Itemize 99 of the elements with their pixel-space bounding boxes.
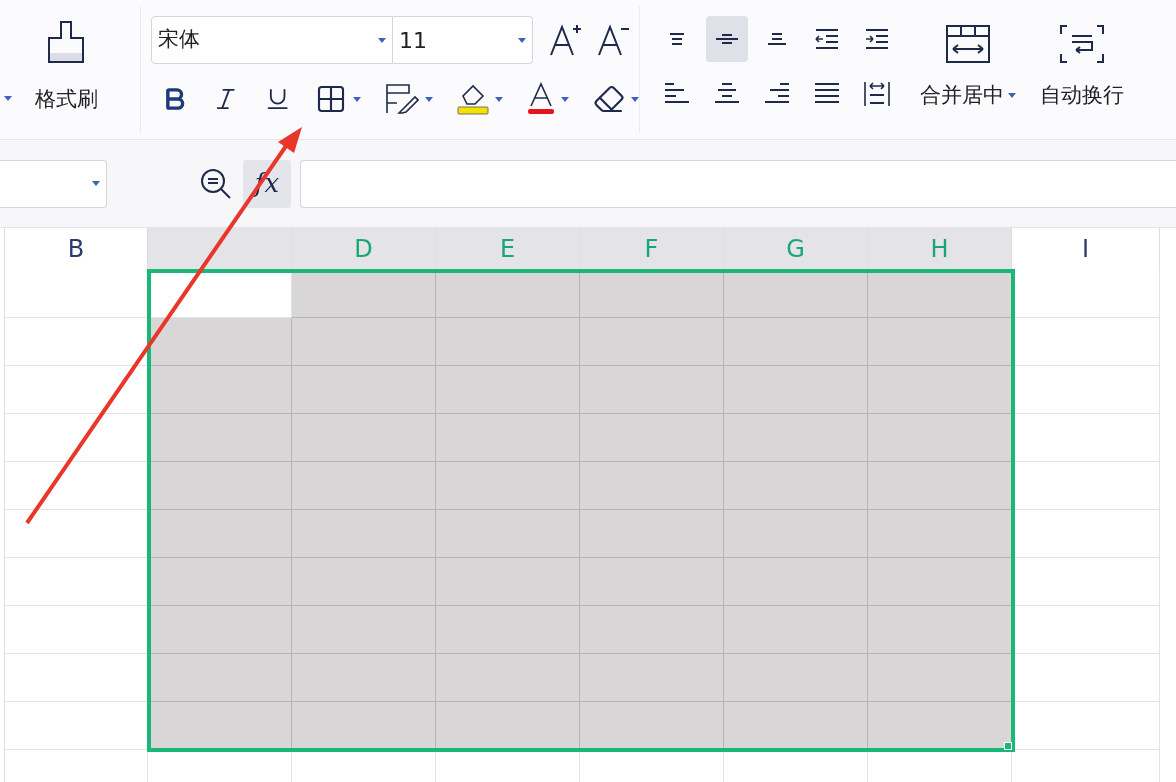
alignment-button[interactable]: [706, 16, 748, 62]
column-header[interactable]: [148, 228, 292, 270]
align-top-icon: [669, 33, 685, 45]
eraser-icon[interactable]: [593, 83, 625, 115]
wrap-text-button[interactable]: 自动换行: [1040, 0, 1124, 139]
sheet-cell[interactable]: [148, 606, 292, 654]
sheet-cell[interactable]: [148, 654, 292, 702]
sheet-cell[interactable]: [148, 414, 292, 462]
sheet-cell[interactable]: [292, 366, 436, 414]
increase-font-size-icon[interactable]: [549, 23, 583, 57]
sheet-cell[interactable]: [868, 414, 1012, 462]
sheet-cell[interactable]: [580, 606, 724, 654]
sheet-cell[interactable]: [292, 654, 436, 702]
sheet-cell[interactable]: [292, 318, 436, 366]
borders-icon[interactable]: [315, 83, 347, 115]
sheet-cell[interactable]: [292, 702, 436, 750]
sheet-cell[interactable]: [724, 558, 868, 606]
sheet-cell[interactable]: [148, 702, 292, 750]
dropdown-caret-icon: [378, 37, 386, 43]
zoom-icon[interactable]: [199, 166, 233, 201]
sheet-cell[interactable]: [724, 318, 868, 366]
sheet-cell[interactable]: [868, 318, 1012, 366]
sheet-cell[interactable]: [148, 366, 292, 414]
sheet-cell[interactable]: [724, 606, 868, 654]
merge-center-button[interactable]: 合并居中: [920, 0, 1016, 139]
font-name-dropdown[interactable]: 宋体: [151, 16, 393, 64]
sheet-cell[interactable]: [868, 654, 1012, 702]
align-middle-icon: [715, 34, 739, 44]
dropdown-caret-icon: [631, 96, 639, 102]
sheet-cell[interactable]: [148, 510, 292, 558]
sheet-cell[interactable]: [436, 702, 580, 750]
sheet-cell[interactable]: [292, 606, 436, 654]
sheet-cell[interactable]: [436, 462, 580, 510]
sheet-cell[interactable]: [436, 366, 580, 414]
sheet-cell[interactable]: [868, 558, 1012, 606]
cell-style-icon[interactable]: [385, 83, 419, 115]
column-label: D: [354, 234, 373, 265]
sheet-cell[interactable]: [436, 270, 580, 318]
sheet-cell[interactable]: [868, 270, 1012, 318]
sheet-cell[interactable]: [724, 462, 868, 510]
font-size-dropdown[interactable]: 11: [393, 16, 533, 64]
sheet-cell[interactable]: [724, 510, 868, 558]
sheet-cell[interactable]: [436, 654, 580, 702]
column-label: E: [499, 234, 516, 265]
column-label: F: [644, 234, 659, 265]
sheet-cell[interactable]: [436, 558, 580, 606]
wrap-text-icon: [1059, 24, 1105, 64]
dropdown-caret-icon: [92, 181, 100, 186]
sheet-cell[interactable]: [724, 270, 868, 318]
fill-color-icon[interactable]: [457, 82, 489, 116]
sheet-cell[interactable]: [724, 654, 868, 702]
dropdown-caret-icon: [425, 96, 433, 102]
font-color-icon[interactable]: [527, 82, 555, 116]
sheet-cell[interactable]: [292, 558, 436, 606]
sheet-cell[interactable]: [868, 366, 1012, 414]
sheet-cell[interactable]: [580, 462, 724, 510]
sheet-cell[interactable]: [724, 414, 868, 462]
sheet-cell[interactable]: [292, 270, 436, 318]
formula-input-field[interactable]: [300, 159, 1176, 208]
sheet-cell[interactable]: [436, 414, 580, 462]
sheet-cell[interactable]: [292, 510, 436, 558]
sheet-cell[interactable]: [292, 462, 436, 510]
align-bottom-icon: [767, 33, 787, 45]
sheet-cell[interactable]: [580, 702, 724, 750]
sheet-cell[interactable]: [148, 462, 292, 510]
sheet-cell[interactable]: [580, 510, 724, 558]
sheet-cell[interactable]: [868, 462, 1012, 510]
dropdown-caret-icon: [561, 96, 569, 102]
dropdown-caret-icon: [495, 96, 503, 102]
name-box[interactable]: [0, 159, 107, 208]
dropdown-caret-icon: [4, 96, 12, 101]
sheet-cell[interactable]: [580, 414, 724, 462]
column-label: B: [67, 234, 85, 265]
sheet-cell[interactable]: [580, 558, 724, 606]
sheet-cell[interactable]: [148, 558, 292, 606]
column-label: H: [930, 234, 949, 265]
format-painter-button[interactable]: 格式刷: [12, 0, 120, 139]
sheet-cell[interactable]: [148, 318, 292, 366]
sheet-cell[interactable]: [580, 654, 724, 702]
sheet-cell[interactable]: [436, 510, 580, 558]
sheet-cell[interactable]: [868, 606, 1012, 654]
sheet-cell[interactable]: [868, 510, 1012, 558]
sheet-cell[interactable]: [292, 414, 436, 462]
sheet-cell[interactable]: [580, 270, 724, 318]
sheet-cell[interactable]: [580, 318, 724, 366]
dropdown-caret-icon: [353, 96, 361, 102]
fill-handle[interactable]: [1004, 742, 1012, 750]
sheet-cell[interactable]: [580, 366, 724, 414]
sheet-cell[interactable]: [724, 702, 868, 750]
decrease-font-size-icon[interactable]: [597, 23, 631, 57]
sheet-cell[interactable]: [868, 702, 1012, 750]
column-label: G: [786, 234, 805, 265]
dropdown-caret-icon: [518, 37, 526, 43]
sheet-cell[interactable]: [724, 366, 868, 414]
sheet-cell[interactable]: [436, 606, 580, 654]
dropdown-caret-icon: [1008, 93, 1016, 99]
merge-cells-icon: [945, 24, 991, 64]
column-label: I: [1081, 234, 1090, 265]
sheet-cell[interactable]: [436, 318, 580, 366]
